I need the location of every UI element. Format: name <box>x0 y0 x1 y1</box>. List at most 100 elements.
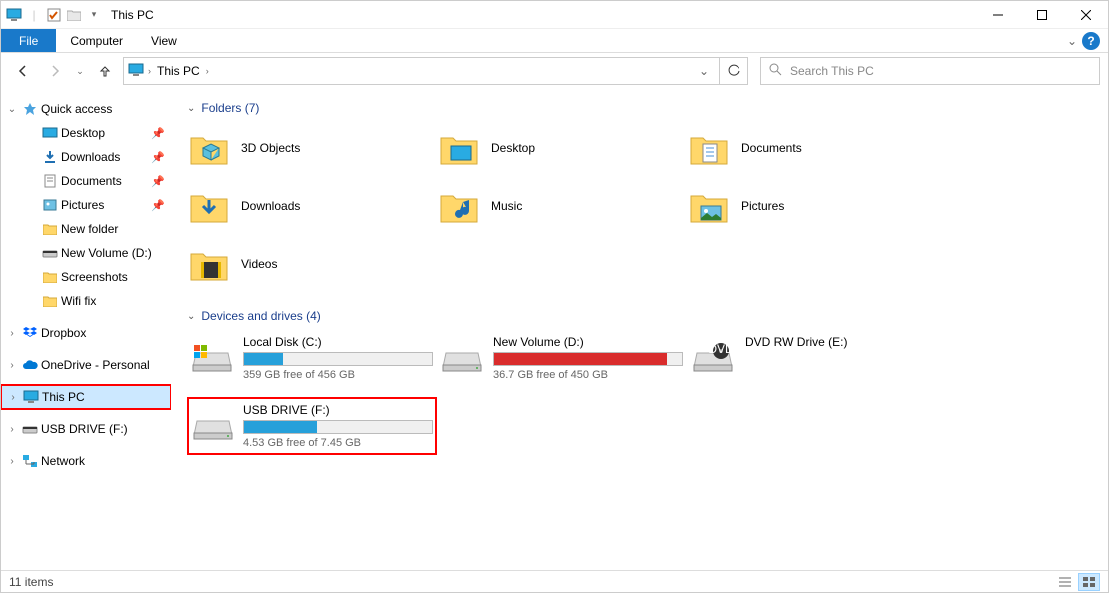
tree-dropbox[interactable]: › Dropbox <box>1 321 171 345</box>
folder-icon <box>437 184 481 228</box>
item-icon <box>41 268 59 286</box>
tree-item[interactable]: Screenshots <box>1 265 171 289</box>
divider-icon: | <box>25 6 43 24</box>
chevron-right-icon[interactable]: › <box>5 456 19 467</box>
pin-icon: 📌 <box>151 175 165 188</box>
tree-item-label: Wifi fix <box>61 294 171 308</box>
tree-item[interactable]: Desktop📌 <box>1 121 171 145</box>
quick-access-toolbar: | ▾ <box>5 6 103 24</box>
chevron-right-icon[interactable]: › <box>5 360 19 371</box>
pc-icon <box>128 63 144 80</box>
view-details-button[interactable] <box>1054 573 1076 591</box>
drive-label: New Volume (D:) <box>493 335 683 349</box>
chevron-right-icon[interactable]: › <box>5 328 19 339</box>
search-input[interactable]: Search This PC <box>760 57 1100 85</box>
drive-item[interactable]: DVDDVD RW Drive (E:) <box>687 331 937 385</box>
drive-capacity-bar <box>493 352 683 366</box>
item-icon <box>41 220 59 238</box>
file-tab[interactable]: File <box>1 29 56 52</box>
drive-icon: DVD <box>691 335 735 373</box>
tree-item[interactable]: New Volume (D:) <box>1 241 171 265</box>
window-title: This PC <box>111 8 154 22</box>
tree-item[interactable]: Downloads📌 <box>1 145 171 169</box>
drive-item[interactable]: USB DRIVE (F:)4.53 GB free of 7.45 GB <box>187 397 437 455</box>
refresh-button[interactable] <box>720 57 748 85</box>
view-tiles-button[interactable] <box>1078 573 1100 591</box>
svg-text:DVD: DVD <box>708 343 733 356</box>
drive-free-text: 359 GB free of 456 GB <box>243 369 433 381</box>
tab-view[interactable]: View <box>137 29 191 52</box>
help-icon[interactable]: ? <box>1082 32 1100 50</box>
drives-section-header[interactable]: ⌄ Devices and drives (4) <box>187 309 1092 323</box>
folder-item[interactable]: Documents <box>687 123 937 173</box>
tab-computer[interactable]: Computer <box>56 29 137 52</box>
drive-label: USB DRIVE (F:) <box>243 403 433 417</box>
new-folder-icon[interactable] <box>65 6 83 24</box>
drive-item[interactable]: Local Disk (C:)359 GB free of 456 GB <box>187 331 437 385</box>
tree-usb-drive[interactable]: › USB DRIVE (F:) <box>1 417 171 441</box>
pin-icon: 📌 <box>151 151 165 164</box>
folder-item[interactable]: Desktop <box>437 123 687 173</box>
drive-item[interactable]: New Volume (D:) 36.7 GB free of 450 GB <box>437 331 687 385</box>
tree-item-label: Screenshots <box>61 270 171 284</box>
folder-item[interactable]: Videos <box>187 239 437 289</box>
chevron-right-icon[interactable]: › <box>148 66 151 76</box>
drive-icon <box>441 335 483 373</box>
folder-icon <box>187 184 231 228</box>
pc-icon <box>5 6 23 24</box>
tree-item-label: New Volume (D:) <box>61 246 171 260</box>
drive-capacity-bar <box>243 420 433 434</box>
tree-item-label: Documents <box>61 174 149 188</box>
folder-item[interactable]: Music <box>437 181 687 231</box>
folder-label: Documents <box>741 141 802 155</box>
properties-icon[interactable] <box>45 6 63 24</box>
tree-item-label: Downloads <box>61 150 149 164</box>
folder-item[interactable]: 3D Objects <box>187 123 437 173</box>
tree-item-label: Desktop <box>61 126 149 140</box>
folder-label: 3D Objects <box>241 141 300 155</box>
tree-quick-access[interactable]: ⌄ Quick access <box>1 97 171 121</box>
address-bar[interactable]: › This PC › ⌄ <box>123 57 720 85</box>
tree-this-pc[interactable]: › This PC <box>1 385 171 409</box>
folders-section-header[interactable]: ⌄ Folders (7) <box>187 101 1092 115</box>
drive-free-text: 36.7 GB free of 450 GB <box>493 369 683 381</box>
content-pane: ⌄ Folders (7) 3D Objects Desktop Documents… <box>171 89 1108 570</box>
tree-item[interactable]: Wifi fix <box>1 289 171 313</box>
folder-item[interactable]: Downloads <box>187 181 437 231</box>
item-icon <box>41 124 59 142</box>
drive-capacity-bar <box>243 352 433 366</box>
star-icon <box>21 100 39 118</box>
tree-network[interactable]: › Network <box>1 449 171 473</box>
chevron-right-icon[interactable]: › <box>6 392 20 403</box>
folder-icon <box>187 126 231 170</box>
folder-item[interactable]: Pictures <box>687 181 937 231</box>
folder-icon <box>687 184 731 228</box>
qat-dropdown-icon[interactable]: ▾ <box>85 6 103 24</box>
address-dropdown-icon[interactable]: ⌄ <box>693 64 715 78</box>
chevron-down-icon: ⌄ <box>187 311 195 322</box>
tree-item[interactable]: Documents📌 <box>1 169 171 193</box>
recent-dropdown[interactable]: ⌄ <box>73 57 87 85</box>
search-icon <box>769 63 782 79</box>
up-button[interactable] <box>91 57 119 85</box>
item-icon <box>41 172 59 190</box>
close-button[interactable] <box>1064 1 1108 29</box>
forward-button[interactable] <box>41 57 69 85</box>
folder-icon <box>687 126 731 170</box>
maximize-button[interactable] <box>1020 1 1064 29</box>
status-bar: 11 items <box>1 570 1108 592</box>
chevron-right-icon[interactable]: › <box>206 66 209 76</box>
tree-item[interactable]: Pictures📌 <box>1 193 171 217</box>
ribbon-expand-icon[interactable]: ⌄ <box>1062 29 1082 52</box>
tree-onedrive[interactable]: › OneDrive - Personal <box>1 353 171 377</box>
pc-icon <box>22 388 40 406</box>
back-button[interactable] <box>9 57 37 85</box>
minimize-button[interactable] <box>976 1 1020 29</box>
breadcrumb[interactable]: This PC <box>155 64 202 78</box>
tree-item[interactable]: New folder <box>1 217 171 241</box>
chevron-down-icon[interactable]: ⌄ <box>5 104 19 115</box>
drive-icon <box>21 420 39 438</box>
dropbox-icon <box>21 324 39 342</box>
folder-label: Music <box>491 199 522 213</box>
chevron-right-icon[interactable]: › <box>5 424 19 435</box>
